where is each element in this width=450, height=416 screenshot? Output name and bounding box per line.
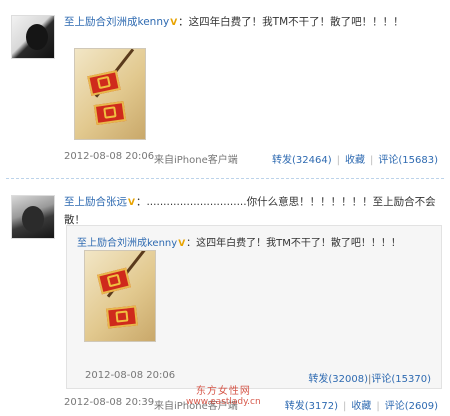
- quote-comment-link[interactable]: 评论(15370): [371, 374, 431, 385]
- quote-image[interactable]: [84, 250, 156, 342]
- image-red-card: [87, 70, 121, 96]
- quote-repost-link[interactable]: 转发(32008): [308, 374, 368, 385]
- verified-badge-icon: V: [128, 198, 135, 208]
- post-image[interactable]: [74, 48, 146, 140]
- avatar[interactable]: [11, 15, 55, 59]
- avatar[interactable]: [11, 195, 55, 239]
- watermark: 东方女性网 www.eastlady.cn: [186, 386, 261, 408]
- comment-link[interactable]: 评论(2609): [385, 401, 438, 412]
- separator: |: [376, 401, 380, 412]
- watermark-text: 东方女性网: [195, 386, 251, 397]
- repost-link[interactable]: 转发(3172): [285, 401, 338, 412]
- post-content: 至上励合刘洲成kennyV：这四年白费了！我TM不干了！散了吧！！！！: [64, 14, 438, 32]
- quote-time[interactable]: 2012-08-08 20:06: [85, 370, 175, 381]
- separator: |: [370, 155, 374, 166]
- avatar-silhouette: [26, 24, 48, 50]
- username-link[interactable]: 至上励合刘洲成kenny: [64, 16, 169, 28]
- quote-username-link[interactable]: 至上励合刘洲成kenny: [77, 238, 177, 249]
- image-red-card: [93, 101, 127, 125]
- weibo-post-2: 至上励合张远V：..............................你什…: [0, 185, 450, 416]
- repost-link[interactable]: 转发(32464): [272, 155, 332, 166]
- post-divider: [6, 178, 444, 179]
- quote-actions: 转发(32008)|评论(15370): [308, 370, 431, 385]
- verified-badge-icon: V: [170, 18, 178, 28]
- separator: |: [336, 155, 340, 166]
- weibo-post-1: 至上励合刘洲成kennyV：这四年白费了！我TM不干了！散了吧！！！！ 2012…: [0, 0, 450, 176]
- card-glyph: [106, 273, 122, 288]
- avatar-silhouette: [22, 206, 44, 232]
- watermark-url: www.eastlady.cn: [186, 397, 261, 407]
- favorite-link[interactable]: 收藏: [351, 401, 371, 412]
- post-time[interactable]: 2012-08-08 20:39: [64, 397, 154, 408]
- favorite-link[interactable]: 收藏: [345, 155, 365, 166]
- post-actions: 转发(3172) | 收藏 | 评论(2609): [285, 397, 438, 412]
- post-content: 至上励合张远V：..............................你什…: [64, 194, 438, 229]
- verified-badge-icon: V: [178, 239, 186, 249]
- comment-link[interactable]: 评论(15683): [378, 155, 438, 166]
- username-link[interactable]: 至上励合张远: [64, 196, 127, 208]
- card-glyph: [115, 310, 129, 323]
- post-time[interactable]: 2012-08-08 20:06: [64, 151, 154, 162]
- image-red-card: [106, 305, 138, 329]
- card-glyph: [103, 106, 117, 119]
- card-glyph: [96, 75, 111, 90]
- image-red-card: [97, 267, 131, 295]
- post-source: 来自iPhone客户端: [154, 155, 238, 166]
- separator: |: [342, 401, 347, 412]
- post-actions: 转发(32464) | 收藏 | 评论(15683): [272, 151, 438, 166]
- post-message: ：这四年白费了！我TM不干了！散了吧！！！！: [178, 16, 404, 28]
- quote-message: ：这四年白费了！我TM不干了！散了吧！！！！: [186, 238, 401, 249]
